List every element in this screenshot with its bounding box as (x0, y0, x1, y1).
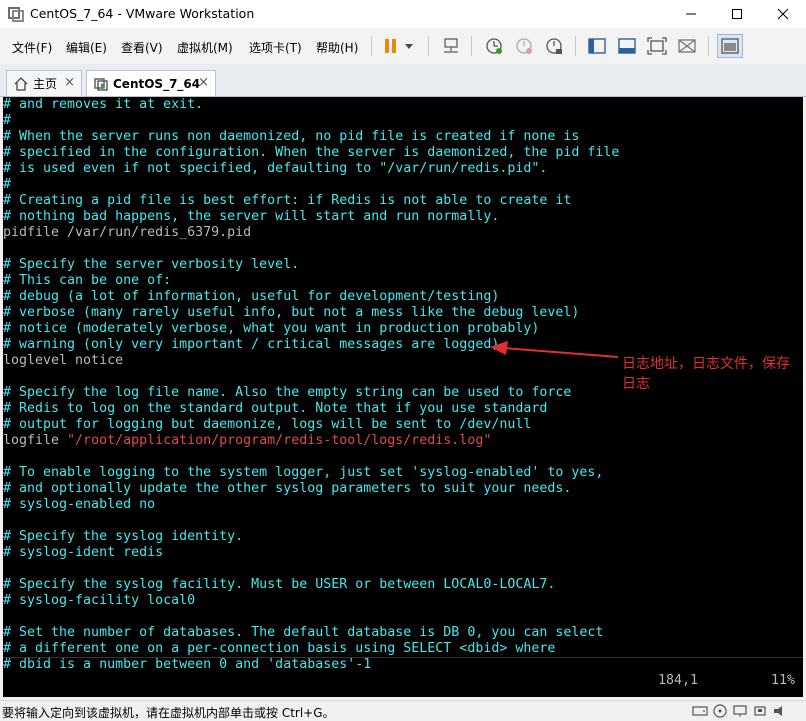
terminal-config-line: logfile "/root/application/program/redis… (3, 433, 492, 448)
pause-icon (385, 39, 413, 53)
menu-file[interactable]: 文件(F) (12, 39, 52, 56)
console-view-button[interactable] (717, 34, 743, 58)
sound-icon[interactable] (772, 704, 788, 718)
vmware-app-icon (8, 7, 24, 22)
toolbar-separator (575, 36, 576, 56)
toolbar-separator (471, 36, 472, 56)
tab-home-label: 主页 (33, 77, 58, 91)
close-window-button[interactable] (760, 0, 806, 28)
terminal-comment-line: # syslog-ident redis (3, 545, 164, 560)
terminal-comment-line: # notice (moderately verbose, what you w… (3, 321, 540, 336)
file-percent: 11% (771, 673, 796, 688)
thumbnail-bar-button[interactable] (614, 34, 640, 58)
tab-centos-vm[interactable]: CentOS_7_64 × (86, 70, 216, 96)
network-icon (444, 38, 458, 53)
full-screen-icon (647, 37, 667, 55)
menu-help[interactable]: 帮助(H) (316, 39, 358, 56)
terminal-divider (3, 657, 803, 658)
logfile-path-value: "/root/application/program/redis-tool/lo… (67, 433, 492, 448)
snapshot-manager-icon (546, 38, 562, 54)
title-bar: CentOS_7_64 - VMware Workstation (0, 0, 806, 28)
terminal-comment-line: # (3, 113, 12, 128)
cd-drive-icon[interactable] (712, 704, 728, 718)
send-ctrl-alt-del-button[interactable] (438, 34, 464, 58)
terminal-comment-line: # When the server runs non daemonized, n… (3, 129, 580, 144)
menu-view[interactable]: 查看(V) (121, 39, 163, 56)
tab-centos-close-icon[interactable]: × (198, 75, 209, 90)
terminal-comment-line: # syslog-facility local0 (3, 593, 196, 608)
status-message: 要将输入定向到该虚拟机，请在虚拟机内部单击或按 Ctrl+G。 (2, 706, 335, 720)
library-icon (588, 38, 606, 54)
network-adapter-icon[interactable] (732, 704, 748, 718)
snapshot-icon (486, 38, 502, 54)
vm-console[interactable]: # and removes it at exit. # # When the ser… (3, 97, 803, 697)
minimize-icon (686, 13, 696, 15)
annotation-note: 日志地址，日志文件，保存日志 (622, 356, 790, 392)
toolbar-separator (428, 36, 429, 56)
home-icon (13, 76, 29, 92)
terminal-comment-line: # Redis to log on the standard output. N… (3, 401, 548, 416)
maximize-button[interactable] (714, 0, 760, 28)
close-icon (777, 8, 789, 20)
terminal-comment-line: # Specify the server verbosity level. (3, 257, 300, 272)
unity-button[interactable] (674, 34, 700, 58)
tab-centos-label: CentOS_7_64 (113, 76, 201, 91)
status-bar: 要将输入定向到该虚拟机，请在虚拟机内部单击或按 Ctrl+G。 (0, 700, 806, 721)
thumbnail-icon (618, 38, 636, 54)
tab-home-close-icon[interactable]: × (64, 75, 75, 90)
revert-snapshot-icon (516, 38, 532, 54)
terminal-comment-line: # (3, 177, 12, 192)
tab-bar: 主页 × CentOS_7_64 × (0, 64, 806, 97)
terminal-comment-line: # Specify the syslog facility. Must be U… (3, 577, 556, 592)
full-screen-button[interactable] (644, 34, 670, 58)
menu-vm[interactable]: 虚拟机(M) (177, 39, 233, 56)
snapshot-button[interactable] (481, 34, 507, 58)
tab-home[interactable]: 主页 × (6, 70, 82, 96)
toolbar-separator (371, 36, 372, 56)
snapshot-manager-button[interactable] (541, 34, 567, 58)
terminal-comment-line: # a different one on a per-connection ba… (3, 641, 556, 656)
terminal-comment-line: # and optionally update the other syslog… (3, 481, 572, 496)
terminal-comment-line: # This can be one of: (3, 273, 172, 288)
terminal-comment-line: # To enable logging to the system logger… (3, 465, 604, 480)
terminal-comment-line: # Set the number of databases. The defau… (3, 625, 604, 640)
annotation-arrow-icon (490, 341, 619, 358)
terminal-comment-line: # verbose (many rarely useful info, but … (3, 305, 580, 320)
terminal-comment-line: # Specify the syslog identity. (3, 529, 244, 544)
toolbar-separator (708, 36, 709, 56)
terminal-comment-line: # Specify the log file name. Also the em… (3, 385, 572, 400)
terminal-config-line: pidfile /var/run/redis_6379.pid (3, 225, 252, 240)
window-title: CentOS_7_64 - VMware Workstation (30, 6, 255, 21)
unity-icon (678, 39, 696, 53)
terminal-comment-line: # Creating a pid file is best effort: if… (3, 193, 572, 208)
terminal-comment-line: # specified in the configuration. When t… (3, 145, 620, 160)
terminal-comment-line: # syslog-enabled no (3, 497, 156, 512)
minimize-button[interactable] (668, 0, 714, 28)
terminal-comment-line: # debug (a lot of information, useful fo… (3, 289, 500, 304)
terminal-comment-line: # is used even if not specified, default… (3, 161, 548, 176)
revert-snapshot-button[interactable] (511, 34, 537, 58)
console-view-icon (721, 38, 739, 54)
terminal-comment-line: # and removes it at exit. (3, 97, 204, 112)
terminal-comment-line: # output for logging but daemonize, logs… (3, 417, 532, 432)
vm-icon (93, 76, 109, 92)
terminal-comment-line: # warning (only very important / critica… (3, 337, 500, 352)
cursor-position: 184,1 (658, 673, 699, 688)
hard-disk-icon[interactable] (692, 704, 708, 718)
menu-edit[interactable]: 编辑(E) (66, 39, 107, 56)
maximize-icon (732, 9, 742, 19)
menu-tabs[interactable]: 选项卡(T) (249, 39, 302, 56)
menu-bar: 文件(F) 编辑(E) 查看(V) 虚拟机(M) 选项卡(T) 帮助(H) (0, 28, 806, 65)
terminal-config-line: loglevel notice (3, 353, 124, 368)
pause-button[interactable] (378, 34, 418, 58)
usb-icon[interactable] (752, 704, 768, 718)
terminal-comment-line: # nothing bad happens, the server will s… (3, 209, 500, 224)
terminal-comment-line: # dbid is a number between 0 and 'databa… (3, 657, 372, 672)
show-library-button[interactable] (584, 34, 610, 58)
